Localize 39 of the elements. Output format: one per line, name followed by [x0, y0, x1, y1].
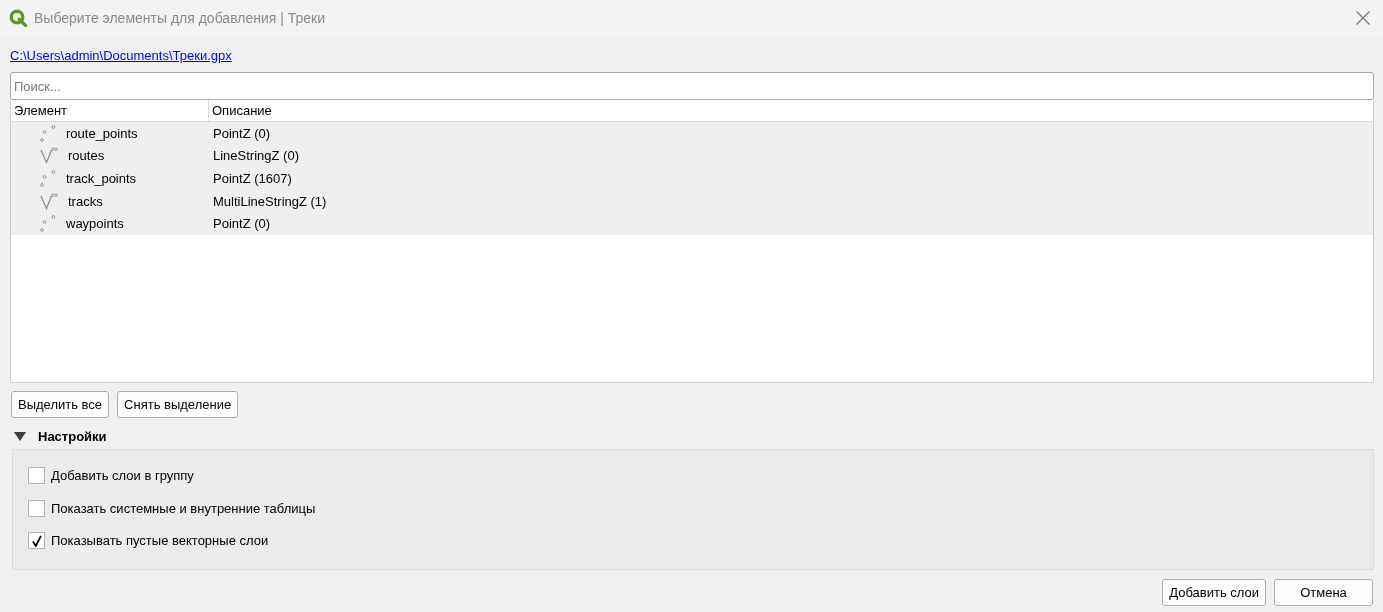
- table-row[interactable]: route_points PointZ (0): [11, 122, 1373, 145]
- table-cell-text: MultiLineStringZ (1): [212, 193, 328, 209]
- column-header: Элемент: [11, 100, 209, 121]
- close-icon: [1356, 11, 1370, 25]
- table-cell: track_points: [66, 171, 137, 186]
- checkbox[interactable]: [28, 467, 45, 484]
- table-cell: route_points: [66, 125, 138, 141]
- checkmark-icon: [31, 534, 42, 547]
- point-layer-icon: [40, 124, 56, 142]
- cancel-button[interactable]: Отмена: [1274, 579, 1373, 606]
- table-row[interactable]: tracks MultiLineStringZ (1): [11, 189, 1373, 213]
- table-cell-text: LineStringZ (0): [212, 148, 300, 164]
- checkbox-label[interactable]: Показать системные и внутренние таблицы: [51, 500, 316, 516]
- select-all-button[interactable]: Выделить все: [11, 391, 110, 418]
- table-cell: tracks: [68, 193, 103, 209]
- logo-icon: [9, 9, 27, 27]
- column-header: Описание: [211, 102, 273, 120]
- table-row[interactable]: waypoints PointZ (0): [11, 212, 1373, 235]
- checkbox-label[interactable]: Добавить слои в группу: [51, 468, 194, 483]
- table-cell-text: PointZ (0): [212, 216, 272, 232]
- settings-toggle[interactable]: Настройки: [10, 427, 107, 445]
- table-cell-text: PointZ (1607): [212, 171, 293, 186]
- table-row[interactable]: routes LineStringZ (0): [11, 144, 1373, 168]
- line-layer-icon: [40, 192, 58, 210]
- table-cell-text: PointZ (0): [212, 125, 272, 141]
- add-layers-button[interactable]: Добавить слои: [1162, 579, 1266, 606]
- file-path-link[interactable]: C:\Users\admin\Documents\Треки.gpx: [10, 47, 232, 65]
- table-row[interactable]: track_points PointZ (1607): [11, 167, 1373, 190]
- window-title: Выберите элементы для добавления | Треки: [34, 10, 327, 26]
- checkbox[interactable]: [28, 532, 45, 549]
- search-field[interactable]: Поиск...: [10, 72, 1374, 100]
- deselect-all-button[interactable]: Снять выделение: [117, 391, 239, 418]
- checkbox[interactable]: [28, 499, 45, 517]
- table-cell: routes: [68, 148, 105, 164]
- line-layer-icon: [40, 147, 58, 165]
- table-cell: waypoints: [66, 216, 124, 232]
- point-layer-icon: [40, 170, 56, 187]
- checkbox-label[interactable]: Показывать пустые векторные слои: [51, 533, 269, 548]
- point-layer-icon: [40, 215, 56, 233]
